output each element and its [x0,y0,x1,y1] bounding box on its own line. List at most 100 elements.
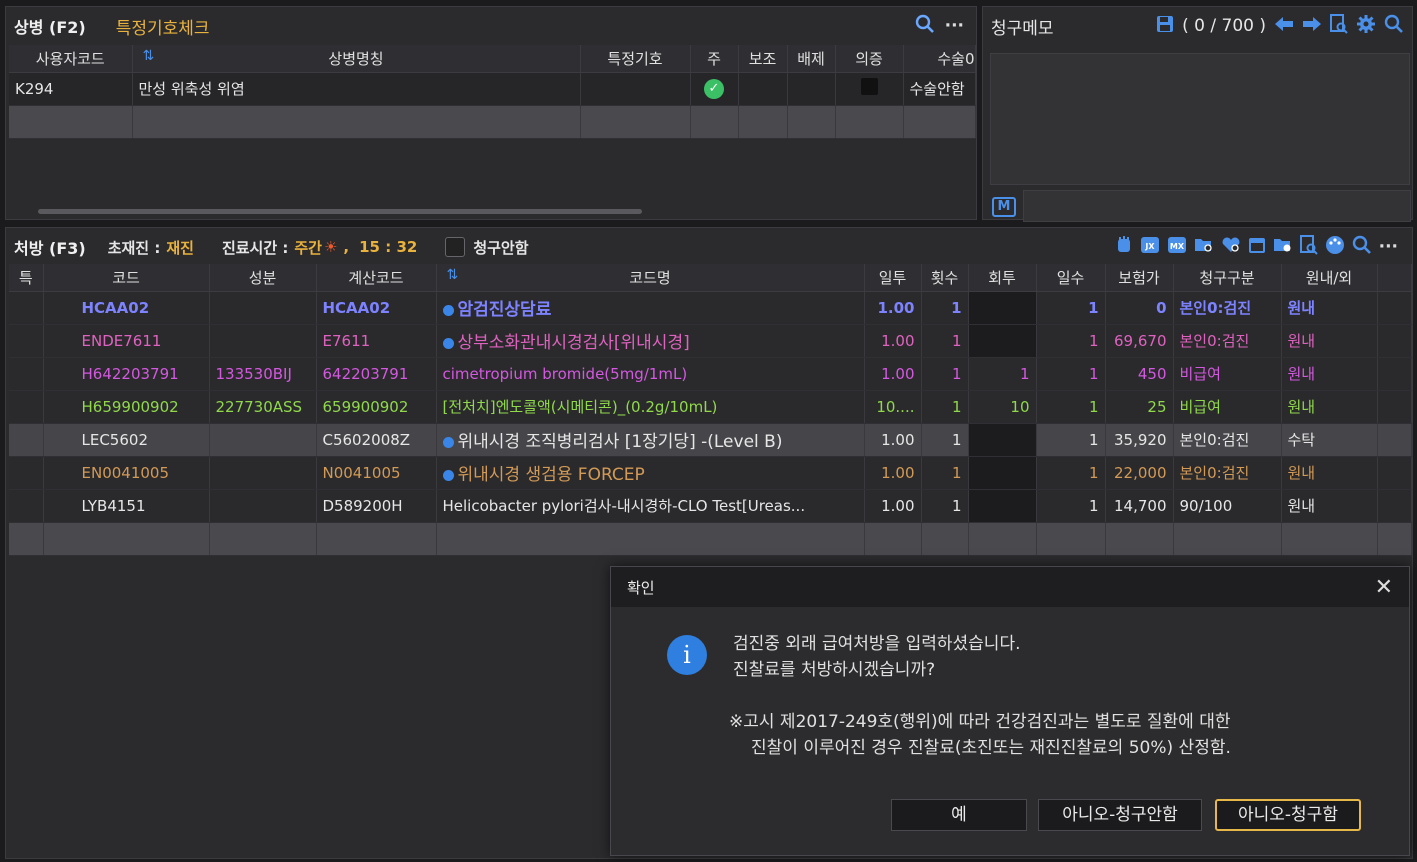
col-times[interactable]: 횟수 [921,264,969,292]
col-surgery[interactable]: 수술0 [903,45,976,73]
search-icon[interactable] [1384,14,1404,39]
col-diagnosis-name-label: 상병명칭 [328,49,384,68]
table-row[interactable]: ENDE7611 E7611 상부소화관내시경검사[위내시경] 1.00 1 1… [9,324,1412,358]
table-row[interactable]: K294 만성 위축성 위염 ✓ 수술안함 [9,72,976,106]
sort-icon[interactable]: ⇅ [447,267,459,283]
rx-daily: 10.... [864,390,922,424]
rx-times: 1 [921,423,969,457]
table-row[interactable]: H642203791 133530BIJ 642203791 cimetropi… [9,357,1412,391]
rx-per[interactable] [968,291,1037,325]
memo-m-button[interactable]: M [992,197,1016,217]
folder-search-icon[interactable] [1194,236,1214,259]
col-code-name[interactable]: ⇅ 코드명 [436,264,865,292]
col-exclude[interactable]: 배제 [787,45,836,73]
col-code[interactable]: 코드 [43,264,210,292]
rx-code: H642203791 [43,357,210,391]
col-days[interactable]: 일수 [1036,264,1106,292]
memo-panel: 청구메모 ( 0 / 700 ) M [982,6,1413,222]
arrow-left-icon[interactable] [1274,16,1294,37]
rx-days: 1 [1036,489,1106,523]
no-noclaim-button[interactable]: 아니오-청구안함 [1038,799,1202,831]
table-row[interactable]: H659900902 227730ASS 659900902 [전처치]엔도콜액… [9,390,1412,424]
hand-icon[interactable] [1115,235,1133,259]
rx-daily: 1.00 [864,324,922,358]
jx-icon[interactable]: JX [1140,236,1160,259]
yes-button[interactable]: 예 [891,799,1027,831]
diag-surgery: 수술안함 [903,72,976,106]
rx-per[interactable] [968,324,1037,358]
dialog-header: 확인 ✕ [611,567,1409,607]
diag-main-cell[interactable]: ✓ [690,72,739,106]
check-circle-icon[interactable]: ✓ [704,79,724,99]
no-claim-button[interactable]: 아니오-청구함 [1215,799,1361,831]
dialog-title: 확인 [627,578,655,597]
time-value[interactable]: 주간 [294,237,322,258]
calendar-icon[interactable] [1248,236,1266,259]
no-claim-toggle[interactable]: 청구안함 [445,237,529,258]
search-icon[interactable] [1352,235,1372,260]
memo-title: 청구메모 [991,18,1054,39]
col-place[interactable]: 원내/외 [1281,264,1378,292]
col-sub[interactable]: 보조 [738,45,788,73]
table-row[interactable]: HCAA02 HCAA02 암검진상담료 1.00 1 1 0 본인0:검진 원… [9,291,1412,325]
col-diagnosis-name[interactable]: ⇅ 상병명칭 [132,45,581,73]
sort-icon[interactable]: ⇅ [143,48,155,64]
heart-search-icon[interactable] [1221,236,1241,259]
col-claim[interactable]: 청구구분 [1173,264,1282,292]
memo-textarea[interactable] [990,53,1410,185]
rx-ingredient [209,291,317,325]
col-daily[interactable]: 일투 [864,264,922,292]
col-main[interactable]: 주 [690,45,739,73]
table-row-selected[interactable]: LEC5602 C5602008Z 위내시경 조직병리검사 [1장기당] -(L… [9,423,1412,457]
rx-place: 원내 [1281,489,1378,523]
col-user-code[interactable]: 사용자코드 [9,45,133,73]
rx-days: 1 [1036,423,1106,457]
rx-place: 원내 [1281,291,1378,325]
rx-days: 1 [1036,456,1106,490]
rx-per[interactable] [968,489,1037,523]
rx-per[interactable]: 10 [968,390,1037,424]
document-search-icon[interactable] [1299,234,1318,260]
more-icon[interactable]: ··· [945,16,964,36]
col-ingredient[interactable]: 성분 [209,264,317,292]
rx-per[interactable] [968,423,1037,457]
rx-days: 1 [1036,324,1106,358]
rx-price: 22,000 [1105,456,1174,490]
col-special[interactable]: 특 [9,264,44,292]
rx-times: 1 [921,357,969,391]
table-row[interactable]: EN0041005 N0041005 위내시경 생검용 FORCEP 1.00 … [9,456,1412,490]
visit-value[interactable]: 재진 [166,237,194,258]
horizontal-scrollbar[interactable] [38,209,642,214]
rx-per[interactable] [968,456,1037,490]
document-search-icon[interactable] [1330,13,1348,39]
suspect-checkbox[interactable] [860,78,878,95]
col-calc-code[interactable]: 계산코드 [316,264,437,292]
table-row[interactable]: LYB4151 D589200H Helicobacter pylori검사-내… [9,489,1412,523]
folder-add-icon[interactable] [1273,236,1293,259]
rx-per[interactable]: 1 [968,357,1037,391]
table-row-empty[interactable] [9,105,976,139]
search-icon[interactable] [915,14,935,39]
col-suspect[interactable]: 의증 [835,45,904,73]
rx-daily: 1.00 [864,423,922,457]
palette-icon[interactable] [1325,235,1345,260]
table-row-empty[interactable] [9,522,1412,556]
save-icon[interactable] [1156,15,1174,38]
diag-suspect-cell[interactable] [835,72,904,106]
col-per[interactable]: 회투 [968,264,1037,292]
rx-code: LYB4151 [43,489,210,523]
memo-input[interactable] [1023,190,1411,222]
no-claim-checkbox[interactable] [445,237,466,257]
close-icon[interactable]: ✕ [1375,575,1393,600]
diag-special [580,72,691,106]
rx-name: 암검진상담료 [457,300,552,320]
rx-calc-code: D589200H [316,489,437,523]
dot-icon [442,304,454,316]
mx-icon[interactable]: MX [1167,236,1187,259]
gear-icon[interactable] [1356,14,1376,39]
special-check-link[interactable]: 특정기호체크 [116,14,210,39]
more-icon[interactable]: ··· [1379,237,1398,257]
col-special[interactable]: 특정기호 [580,45,691,73]
col-price[interactable]: 보험가 [1105,264,1174,292]
arrow-right-icon[interactable] [1302,16,1322,37]
